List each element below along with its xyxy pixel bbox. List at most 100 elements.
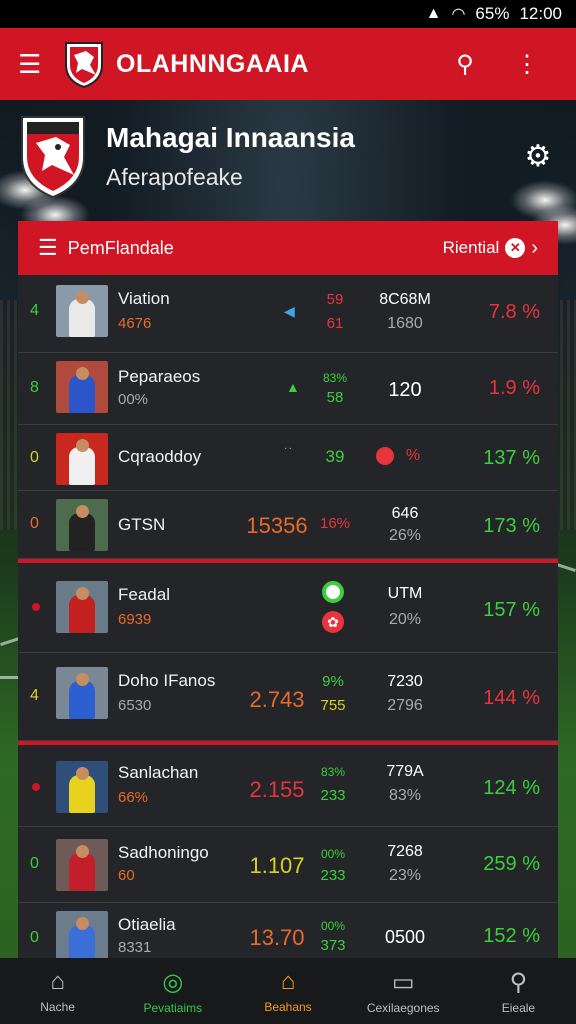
- app-bar: ☰ OLAHNNGAAIA ⚲ ⋮: [0, 28, 576, 100]
- trend-arrow-icon: ◀: [284, 303, 295, 319]
- battery-level: 65%: [475, 4, 510, 23]
- bottom-nav: ⌂ Nache ◎ Pevatiaims ⌂ Beahans ▭ Cexilae…: [0, 958, 576, 1024]
- card-title: PemFlandale: [67, 237, 174, 258]
- stat-c: %: [405, 447, 421, 464]
- row-rank: 4: [30, 687, 39, 704]
- status-bar: ▲ ◠ 65% 12:00: [0, 0, 576, 28]
- folder-icon: ▭: [391, 968, 415, 996]
- nav-label: Pevatiaims: [143, 1000, 203, 1015]
- close-circle-icon[interactable]: ✕: [505, 238, 526, 258]
- row-rank: 4: [30, 302, 39, 319]
- player-photo: [56, 361, 108, 413]
- stat-a: 83%: [322, 371, 348, 385]
- table-row[interactable]: 0 Cqraoddoy ˙˙ 39 % 137 %: [18, 425, 558, 491]
- nav-home[interactable]: ⌂ Nache: [0, 958, 115, 1024]
- table-row[interactable]: 4 Viation 4676 ◀ 59 61 8C68M 1680 7.8 %: [18, 275, 558, 353]
- stat-big: 15356: [246, 513, 308, 538]
- stat-percent: 259 %: [483, 853, 540, 875]
- wifi-icon: ◠: [451, 6, 466, 23]
- player-sub: 60: [118, 867, 135, 884]
- nav-stats[interactable]: ◎ Pevatiaims: [115, 958, 230, 1024]
- nav-house[interactable]: ⌂ Beahans: [230, 958, 345, 1024]
- player-sub: 6530: [118, 697, 152, 714]
- row-rank: 0: [30, 855, 39, 872]
- player-name: Sanlachan: [118, 763, 199, 782]
- red-badge-icon: ✿: [322, 611, 344, 633]
- team-header: Mahagai Innaansia Aferapofeake ⚙: [18, 108, 558, 204]
- menu-icon[interactable]: ☰: [18, 49, 58, 80]
- table-row[interactable]: Sanlachan 66% 2.155 83% 233 779A 83% 124…: [18, 741, 558, 827]
- house-icon: ⌂: [280, 968, 296, 995]
- stat-b: 373: [320, 937, 346, 954]
- list-icon: ☰: [38, 235, 58, 260]
- nav-label: Beahans: [264, 1000, 312, 1014]
- row-rank: 8: [30, 379, 39, 396]
- stat-c: 8C68M: [379, 291, 431, 308]
- stat-percent: 157 %: [483, 599, 540, 621]
- row-rank: 0: [30, 929, 39, 946]
- more-vert-icon[interactable]: ⋮: [496, 50, 558, 79]
- player-sub: 00%: [118, 391, 149, 408]
- nav-folder[interactable]: ▭ Cexilaegones: [346, 958, 461, 1024]
- stat-percent: 1.9 %: [488, 377, 540, 399]
- stat-a: 39: [325, 447, 345, 466]
- player-name: GTSN: [118, 515, 166, 534]
- home-icon: ⌂: [50, 968, 65, 995]
- player-name: Otiaelia: [118, 915, 176, 934]
- search-icon[interactable]: ⚲: [434, 50, 496, 79]
- stat-percent: 173 %: [483, 515, 540, 537]
- stat-a: 00%: [320, 919, 346, 933]
- row-rank: 0: [30, 515, 39, 532]
- stat-c: 7230: [387, 673, 423, 690]
- stat-c: 646: [391, 505, 419, 522]
- player-name: Cqraoddoy: [118, 447, 202, 466]
- player-photo: [56, 433, 108, 485]
- nav-label: Nache: [40, 1000, 75, 1014]
- green-badge-icon: [322, 581, 344, 603]
- card-right-label[interactable]: Riential: [443, 238, 500, 258]
- stat-d: 20%: [388, 611, 422, 628]
- stat-d: 23%: [388, 867, 422, 884]
- app-title: OLAHNNGAAIA: [116, 49, 309, 78]
- stat-a: 00%: [320, 847, 346, 861]
- stat-c: 120: [388, 379, 422, 401]
- stat-a: 59: [326, 291, 344, 308]
- stat-percent: 152 %: [483, 925, 540, 947]
- player-name: Sadhoningo: [118, 843, 209, 862]
- nav-search-profile[interactable]: ⚲ Eieale: [461, 958, 576, 1024]
- stat-d: 2796: [387, 697, 423, 714]
- stat-b: 755: [320, 697, 346, 714]
- player-name: Viation: [118, 289, 170, 308]
- stat-d: 26%: [388, 527, 422, 544]
- player-photo: [56, 499, 108, 551]
- table-row[interactable]: Feadal 6939 ✿ UTM 20% 157 %: [18, 559, 558, 653]
- stat-a: 83%: [320, 765, 346, 779]
- stat-c: 0500: [384, 927, 426, 947]
- team-crest-icon: [21, 116, 85, 199]
- row-rank: 0: [30, 449, 39, 466]
- stat-percent: 144 %: [483, 687, 540, 709]
- nav-label: Eieale: [501, 1000, 536, 1015]
- stat-b: 233: [320, 787, 346, 804]
- gear-icon[interactable]: ⚙: [518, 139, 558, 174]
- card-header: ☰ PemFlandale Riential ✕ ›: [18, 221, 558, 275]
- stat-c: UTM: [387, 585, 423, 602]
- club-logo-icon: [65, 42, 103, 89]
- table-row[interactable]: 0 Sadhoningo 60 1.107 00% 233 7268 23% 2…: [18, 827, 558, 903]
- stat-b: 233: [320, 867, 346, 884]
- player-sub: 4676: [118, 315, 152, 332]
- player-sub: 66%: [118, 789, 149, 806]
- stat-d: 83%: [388, 787, 422, 804]
- player-name: Peparaeos: [118, 367, 201, 386]
- signal-icon: ▲: [425, 5, 442, 22]
- player-photo: [56, 667, 108, 719]
- chevron-right-icon[interactable]: ›: [531, 237, 538, 260]
- stat-a: 9%: [322, 673, 344, 690]
- table-row[interactable]: 0 GTSN 15356 16% 646 26% 173 %: [18, 491, 558, 559]
- table-row[interactable]: 8 Peparaeos 00% ▲ 83% 58 120 1.9 %: [18, 353, 558, 425]
- stat-percent: 7.8 %: [488, 301, 540, 323]
- stat-c: 7268: [387, 843, 423, 860]
- trend-arrow-icon: ▲: [286, 379, 300, 395]
- stat-b: 61: [326, 315, 344, 332]
- table-row[interactable]: 4 Doho IFanos 6530 2.743 9% 755 7230 279…: [18, 653, 558, 741]
